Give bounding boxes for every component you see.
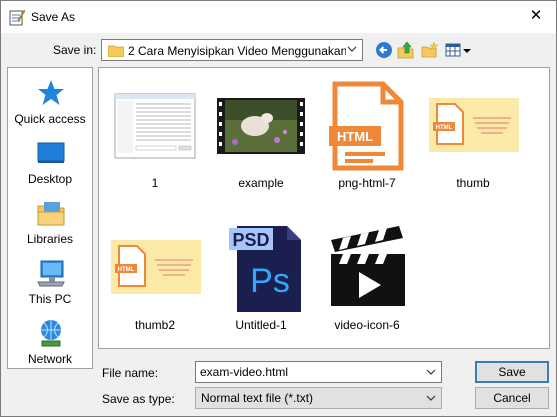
save-in-label: Save in: [53, 43, 97, 57]
file-name-combo[interactable] [195, 361, 442, 383]
place-label: Network [27, 352, 72, 366]
close-button[interactable]: ✕ [528, 8, 544, 24]
file-label: 1 [151, 176, 159, 190]
file-item-untitled-1[interactable]: PSD Ps Untitled-1 [209, 216, 313, 334]
html-badge-text: HTML [436, 125, 453, 131]
chevron-down-icon[interactable] [426, 366, 436, 378]
chevron-down-icon [347, 46, 357, 52]
html-file-icon: HTML [329, 81, 404, 171]
screenshot-thumbnail [114, 93, 196, 159]
place-label: This PC [28, 292, 72, 306]
libraries-icon [37, 202, 65, 226]
clapperboard-icon [321, 222, 413, 314]
place-label: Desktop [27, 172, 73, 186]
file-label: example [238, 176, 284, 190]
computer-icon [37, 260, 65, 287]
psd-letters: Ps [250, 262, 290, 300]
file-list[interactable]: 1 example HTML png-html-7 HTML thumb HTM… [98, 67, 550, 349]
place-network[interactable]: Network [8, 312, 92, 370]
save-as-type-value: Normal text file (*.txt) [201, 391, 314, 405]
network-icon [41, 320, 61, 347]
file-item-1[interactable]: 1 [103, 74, 207, 192]
psd-badge-text: PSD [232, 230, 269, 250]
file-label: video-icon-6 [334, 318, 400, 332]
title-bar: Save As ✕ [1, 1, 556, 33]
file-item-png-html-7[interactable]: HTML png-html-7 [315, 74, 419, 192]
save-as-type-label: Save as type: [102, 392, 175, 406]
up-folder-icon[interactable] [397, 41, 415, 59]
video-thumbnail [217, 98, 305, 154]
folder-icon [108, 45, 124, 57]
save-button[interactable]: Save [475, 361, 549, 383]
file-name-input[interactable] [200, 364, 420, 380]
place-desktop[interactable]: Desktop [8, 132, 92, 190]
psd-file-icon: PSD Ps [229, 226, 301, 312]
thumb-image-thumbnail: HTML [429, 98, 519, 152]
place-this-pc[interactable]: This PC [8, 252, 92, 310]
file-label: thumb2 [134, 318, 176, 332]
html-badge-text: HTML [337, 129, 373, 144]
view-menu-icon[interactable] [445, 41, 471, 59]
file-item-thumb2[interactable]: HTML thumb2 [103, 216, 207, 334]
save-in-dropdown[interactable]: 2 Cara Menyisipkan Video Menggunakan HTI [101, 39, 363, 61]
file-name-label: File name: [102, 366, 159, 380]
desktop-icon [37, 142, 65, 163]
back-arrow-icon[interactable] [375, 41, 393, 59]
chevron-down-icon [426, 395, 436, 401]
star-icon [38, 80, 64, 105]
thumb2-image-thumbnail: HTML [111, 240, 201, 294]
place-libraries[interactable]: Libraries [8, 192, 92, 250]
file-label: thumb [456, 176, 490, 190]
place-label: Quick access [14, 112, 86, 126]
file-label: Untitled-1 [235, 318, 287, 332]
save-as-type-dropdown[interactable]: Normal text file (*.txt) [195, 387, 442, 409]
save-in-value: 2 Cara Menyisipkan Video Menggunakan HTI [128, 44, 346, 58]
new-folder-icon[interactable] [421, 41, 439, 59]
cancel-button[interactable]: Cancel [475, 387, 549, 409]
html-badge-text: HTML [118, 267, 135, 273]
notepad-icon [9, 9, 25, 26]
file-item-video-icon-6[interactable]: video-icon-6 [315, 216, 419, 334]
window-title: Save As [31, 10, 76, 24]
place-label: Libraries [26, 232, 74, 246]
places-bar: Quick access Desktop Libraries This PC N… [7, 67, 93, 369]
file-item-example[interactable]: example [209, 74, 313, 192]
file-label: png-html-7 [338, 176, 396, 190]
file-item-thumb[interactable]: HTML thumb [421, 74, 525, 192]
place-quick-access[interactable]: Quick access [8, 72, 92, 130]
save-as-dialog: Save As ✕ Save in: 2 Cara Menyisipkan Vi… [0, 0, 557, 417]
